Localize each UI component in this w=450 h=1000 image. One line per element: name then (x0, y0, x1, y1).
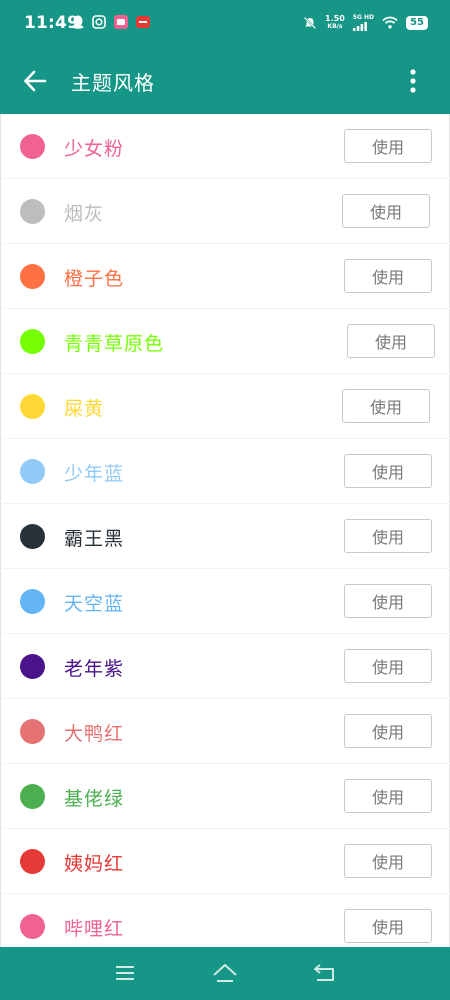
system-nav-bar (0, 947, 450, 1000)
app-notification-icon (114, 15, 128, 29)
page-title: 主题风格 (71, 71, 155, 95)
use-theme-button[interactable]: 使用 (344, 714, 432, 748)
color-swatch (20, 849, 45, 874)
arrow-left-icon (24, 70, 47, 92)
status-time: 11:49 (24, 13, 80, 33)
qq-icon (72, 15, 84, 29)
theme-item: 烟灰 使用 (0, 179, 450, 243)
wifi-icon (382, 16, 398, 29)
use-theme-button[interactable]: 使用 (344, 584, 432, 618)
theme-item: 少女粉 使用 (0, 114, 450, 178)
net-speed-value: 1.50 (325, 13, 345, 23)
network-speed: 1.50 KB/s (325, 13, 345, 31)
use-theme-button[interactable]: 使用 (344, 454, 432, 488)
theme-item: 少年蓝 使用 (0, 439, 450, 503)
cellular-signal: 5G HD (352, 14, 374, 31)
color-swatch (20, 654, 45, 679)
theme-name: 屎黄 (64, 398, 105, 420)
use-theme-button[interactable]: 使用 (342, 194, 430, 228)
back-button[interactable] (18, 65, 52, 97)
theme-item: 老年紫 使用 (0, 634, 450, 698)
shopping-app-icon (136, 16, 150, 28)
use-theme-button[interactable]: 使用 (344, 519, 432, 553)
color-swatch (20, 914, 45, 939)
theme-item: 屎黄 使用 (0, 374, 450, 438)
theme-name: 天空蓝 (64, 593, 125, 615)
theme-name: 基佬绿 (64, 788, 125, 810)
menu-icon (116, 966, 134, 980)
signal-icon (352, 22, 367, 31)
theme-item: 哔哩红 使用 (0, 894, 450, 947)
status-bar: 11:49 1.50 KB/s 5G HD 55 (0, 0, 450, 48)
use-theme-button[interactable]: 使用 (344, 779, 432, 813)
color-swatch (20, 589, 45, 614)
use-theme-button[interactable]: 使用 (347, 324, 435, 358)
camera-app-icon (92, 15, 106, 29)
use-theme-button[interactable]: 使用 (344, 909, 432, 943)
use-theme-button[interactable]: 使用 (344, 259, 432, 293)
theme-list: 少女粉 使用 烟灰 使用 橙子色 使用 青青草原色 使用 屎黄 使用 少年蓝 使用 霸王黑 使用 天空蓝 使用… (0, 114, 450, 947)
theme-name: 橙子色 (64, 268, 125, 290)
color-swatch (20, 524, 45, 549)
net-speed-unit: KB/s (327, 22, 343, 30)
back-icon (314, 964, 334, 981)
menu-button[interactable] (110, 960, 140, 986)
color-swatch (20, 264, 45, 289)
theme-name: 哔哩红 (64, 918, 125, 940)
theme-item: 橙子色 使用 (0, 244, 450, 308)
more-vert-icon (410, 69, 416, 93)
color-swatch (20, 394, 45, 419)
app-bar: 主题风格 (0, 48, 450, 114)
system-icons: 1.50 KB/s 5G HD 55 (303, 14, 428, 31)
theme-item: 青青草原色 使用 (0, 309, 450, 373)
battery-level: 55 (410, 17, 424, 28)
notification-icons (72, 15, 150, 29)
theme-item: 大鸭红 使用 (0, 699, 450, 763)
theme-item: 姨妈红 使用 (0, 829, 450, 893)
battery-icon: 55 (406, 15, 428, 30)
color-swatch (20, 199, 45, 224)
mute-icon (303, 16, 317, 29)
theme-name: 少年蓝 (64, 463, 125, 485)
color-swatch (20, 719, 45, 744)
theme-name: 青青草原色 (64, 333, 165, 355)
theme-item: 霸王黑 使用 (0, 504, 450, 568)
color-swatch (20, 329, 45, 354)
home-button[interactable] (210, 960, 240, 986)
color-swatch (20, 134, 45, 159)
network-label: 5G HD (352, 14, 374, 21)
use-theme-button[interactable]: 使用 (344, 649, 432, 683)
theme-name: 烟灰 (64, 203, 105, 225)
home-icon (213, 964, 237, 982)
color-swatch (20, 784, 45, 809)
theme-item: 基佬绿 使用 (0, 764, 450, 828)
more-options-button[interactable] (398, 66, 428, 96)
theme-item: 天空蓝 使用 (0, 569, 450, 633)
nav-back-button[interactable] (310, 960, 340, 986)
use-theme-button[interactable]: 使用 (344, 129, 432, 163)
theme-name: 大鸭红 (64, 723, 125, 745)
theme-name: 霸王黑 (64, 528, 125, 550)
use-theme-button[interactable]: 使用 (342, 389, 430, 423)
theme-name: 姨妈红 (64, 853, 125, 875)
use-theme-button[interactable]: 使用 (344, 844, 432, 878)
theme-name: 老年紫 (64, 658, 125, 680)
color-swatch (20, 459, 45, 484)
theme-name: 少女粉 (64, 138, 125, 160)
